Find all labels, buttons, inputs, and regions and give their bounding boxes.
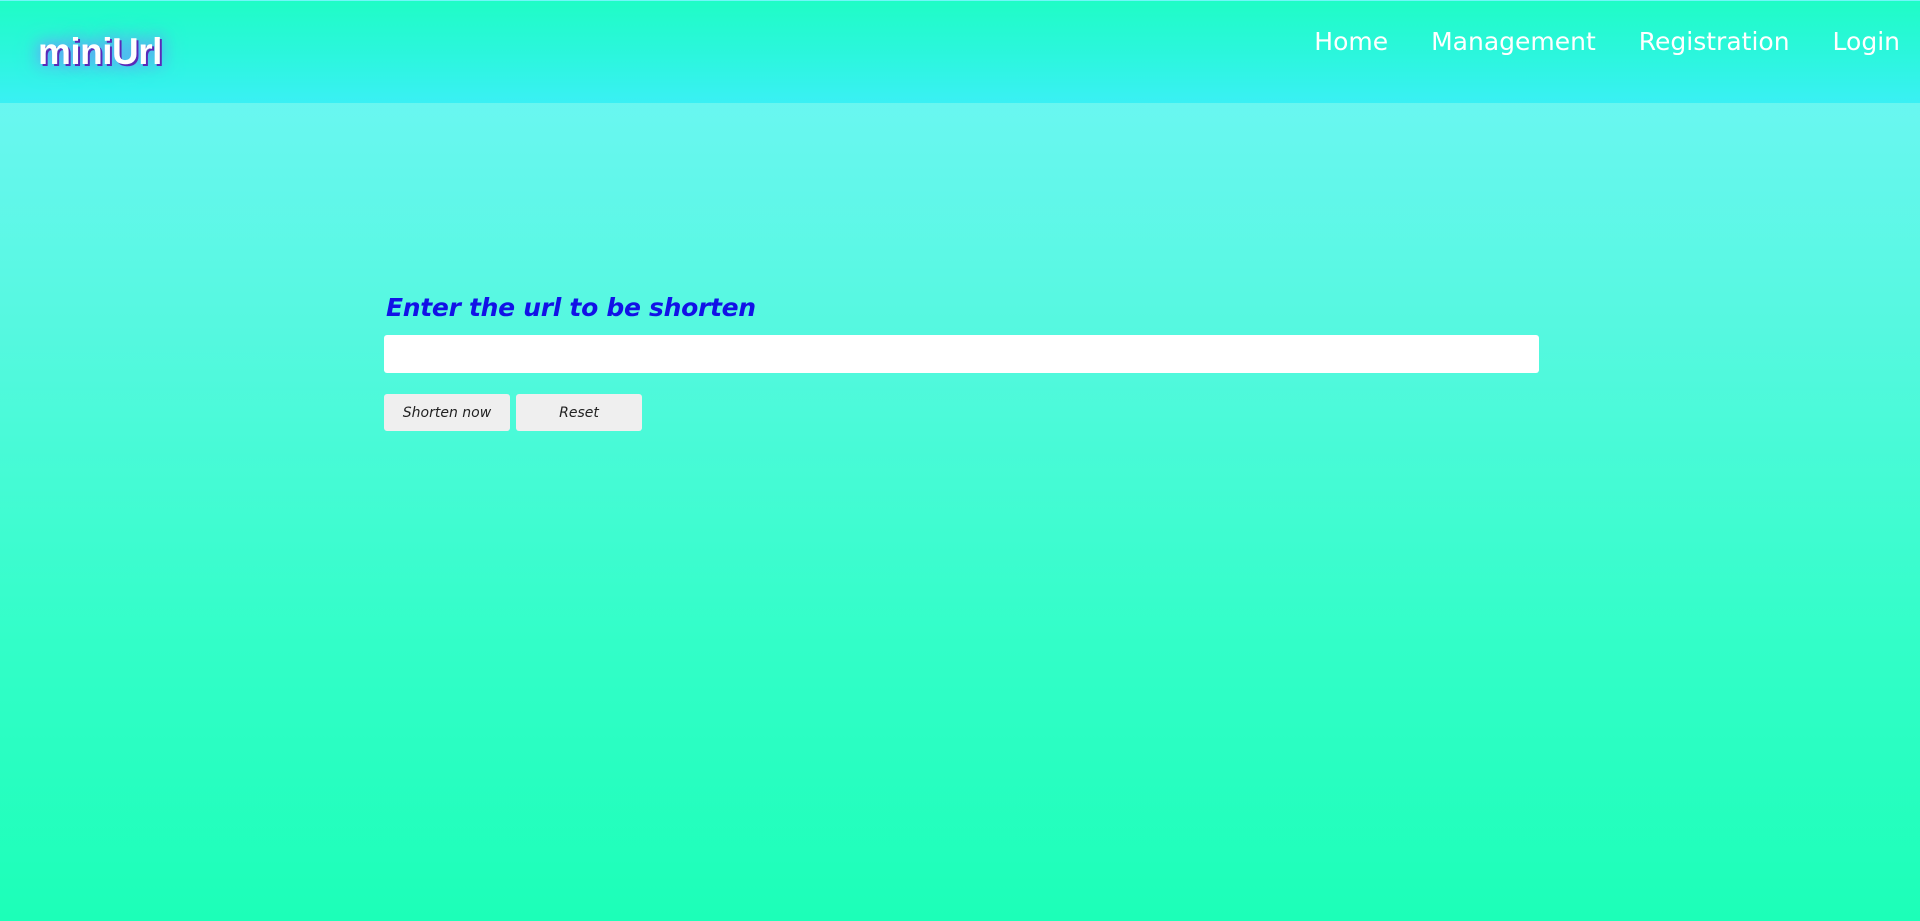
- main-nav: Home Management Registration Login: [1314, 27, 1900, 56]
- shorten-form: Enter the url to be shorten Shorten now …: [384, 293, 1539, 431]
- form-title: Enter the url to be shorten: [386, 293, 756, 322]
- nav-home-link[interactable]: Home: [1314, 27, 1388, 56]
- shorten-now-button[interactable]: Shorten now: [384, 394, 510, 431]
- url-input[interactable]: [384, 335, 1539, 373]
- logo[interactable]: miniUrl: [38, 31, 162, 73]
- nav-login-link[interactable]: Login: [1833, 27, 1900, 56]
- nav-registration-link[interactable]: Registration: [1639, 27, 1790, 56]
- top-navbar: miniUrl Home Management Registration Log…: [0, 1, 1920, 103]
- reset-button[interactable]: Reset: [516, 394, 642, 431]
- nav-management-link[interactable]: Management: [1431, 27, 1596, 56]
- form-buttons: Shorten now Reset: [384, 394, 1539, 431]
